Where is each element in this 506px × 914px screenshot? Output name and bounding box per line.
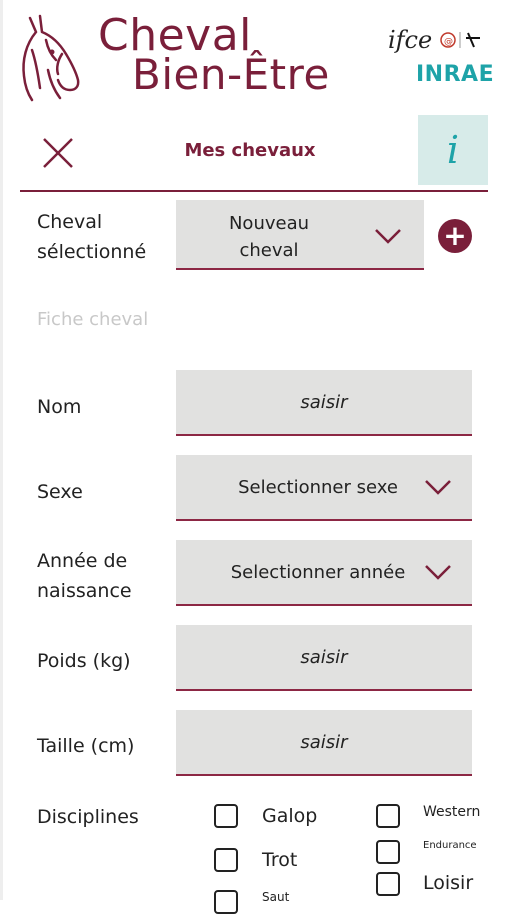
checkbox-galop[interactable] [214, 804, 238, 828]
page-title: Mes chevaux [184, 140, 316, 161]
sexe-select[interactable]: Selectionner sexe [176, 455, 472, 521]
add-horse-button[interactable]: + [438, 219, 472, 253]
discipline-label: Saut [262, 890, 290, 904]
header-divider [20, 190, 488, 192]
checkbox-endurance[interactable] [376, 840, 400, 864]
cheval-selected-label: Cheval sélectionné [37, 211, 147, 263]
annee-select[interactable]: Selectionner année [176, 540, 472, 606]
discipline-label: Galop [262, 805, 318, 827]
discipline-label: Endurance [423, 840, 477, 851]
nom-placeholder: saisir [300, 391, 348, 413]
checkbox-trot[interactable] [214, 848, 238, 872]
sexe-label: Sexe [37, 481, 83, 503]
discipline-label: Western [423, 804, 481, 820]
checkbox-western[interactable] [376, 804, 400, 828]
nom-input[interactable]: saisir [176, 370, 472, 436]
checkbox-saut[interactable] [214, 890, 238, 914]
cheval-select[interactable]: Nouveau cheval [176, 200, 424, 270]
svg-text:@: @ [444, 37, 453, 47]
app-title-line2: Bien-Être [132, 50, 330, 99]
poids-input[interactable]: saisir [176, 625, 472, 691]
partner-marks-icon: @ [440, 32, 480, 48]
chevron-down-icon [425, 480, 451, 495]
disciplines-label: Disciplines [37, 806, 139, 828]
inrae-logo: INRAE [416, 62, 495, 87]
ifce-logo: ifce [388, 26, 433, 54]
poids-label: Poids (kg) [37, 650, 131, 672]
taille-label: Taille (cm) [37, 735, 135, 757]
discipline-label: Trot [262, 849, 298, 871]
plus-icon: + [443, 219, 467, 252]
poids-placeholder: saisir [300, 646, 348, 668]
nom-label: Nom [37, 396, 82, 418]
discipline-label: Loisir [423, 872, 474, 894]
chevron-down-icon [375, 229, 401, 244]
cheval-select-value: Nouveau cheval [228, 213, 310, 261]
info-icon: i [446, 128, 460, 172]
horse-logo-icon [22, 14, 80, 102]
close-icon[interactable] [38, 133, 78, 173]
annee-select-value: Selectionner année [230, 561, 406, 583]
annee-label: Année de naissance [37, 550, 132, 602]
chevron-down-icon [425, 565, 451, 580]
checkbox-loisir[interactable] [376, 872, 400, 896]
left-edge [0, 0, 3, 900]
sexe-select-value: Selectionner sexe [238, 476, 398, 498]
section-title: Fiche cheval [37, 309, 149, 330]
info-button[interactable]: i [418, 115, 488, 185]
taille-input[interactable]: saisir [176, 710, 472, 776]
taille-placeholder: saisir [300, 731, 348, 753]
